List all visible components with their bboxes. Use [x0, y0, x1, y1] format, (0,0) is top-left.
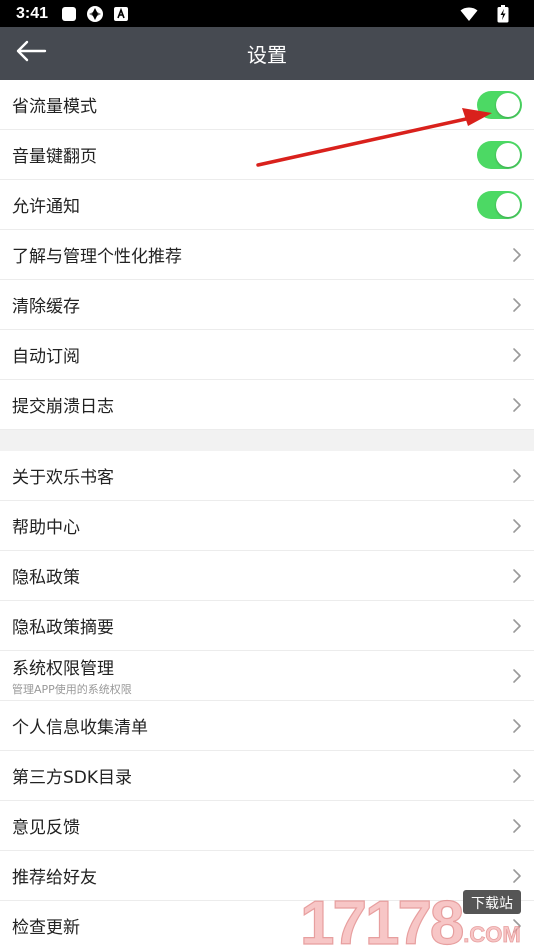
settings-row[interactable]: 允许通知: [0, 180, 534, 230]
settings-row[interactable]: 第三方SDK目录: [0, 751, 534, 801]
settings-row-text: 关于欢乐书客: [12, 463, 114, 488]
svg-text:17178: 17178: [300, 889, 463, 950]
settings-row[interactable]: 关于欢乐书客: [0, 451, 534, 501]
settings-row-label: 帮助中心: [12, 518, 80, 538]
chevron-right-icon: [512, 247, 522, 263]
chevron-right-icon: [512, 618, 522, 634]
settings-row-label: 推荐给好友: [12, 868, 97, 888]
settings-row-text: 帮助中心: [12, 513, 80, 538]
settings-row[interactable]: 意见反馈: [0, 801, 534, 851]
status-time: 3:41: [16, 4, 49, 22]
settings-row[interactable]: 帮助中心: [0, 501, 534, 551]
settings-row-label: 音量键翻页: [12, 147, 97, 167]
settings-row-label: 关于欢乐书客: [12, 468, 114, 488]
title-bar: 设置: [0, 27, 534, 80]
battery-icon: [494, 4, 512, 23]
chevron-right-icon: [512, 347, 522, 363]
square-icon: [60, 5, 78, 23]
settings-row-text: 省流量模式: [12, 92, 97, 117]
svg-text:下载站: 下载站: [471, 896, 513, 912]
settings-row[interactable]: 个人信息收集清单: [0, 701, 534, 751]
settings-row-label: 省流量模式: [12, 97, 97, 117]
settings-row-label: 清除缓存: [12, 297, 80, 317]
aperture-icon: [86, 5, 104, 23]
settings-row-text: 隐私政策: [12, 563, 80, 588]
toggle-knob: [496, 192, 520, 217]
toggle-knob: [496, 142, 520, 167]
settings-row[interactable]: 清除缓存: [0, 280, 534, 330]
settings-row-label: 隐私政策: [12, 568, 80, 588]
settings-row[interactable]: 隐私政策摘要: [0, 601, 534, 651]
svg-text:.COM: .COM: [463, 922, 520, 947]
back-button[interactable]: [14, 38, 48, 68]
settings-row-label: 允许通知: [12, 197, 80, 217]
settings-row-label: 隐私政策摘要: [12, 618, 114, 638]
settings-row-text: 个人信息收集清单: [12, 713, 148, 738]
settings-group-general: 省流量模式音量键翻页允许通知了解与管理个性化推荐 清除缓存自动订阅提交崩溃日志: [0, 80, 534, 430]
settings-row-text: 系统权限管理管理APP使用的系统权限: [12, 654, 132, 697]
arrow-left-icon: [15, 40, 47, 66]
settings-row[interactable]: 自动订阅: [0, 330, 534, 380]
settings-row[interactable]: 了解与管理个性化推荐: [0, 230, 534, 280]
settings-row-text: 意见反馈: [12, 813, 80, 838]
settings-row-label: 提交崩溃日志: [12, 397, 114, 417]
settings-row-label: 了解与管理个性化推荐: [12, 247, 182, 267]
toggle-knob: [496, 92, 520, 117]
settings-row-text: 隐私政策摘要: [12, 613, 114, 638]
settings-row-text: 了解与管理个性化推荐: [12, 242, 182, 267]
toggle-switch[interactable]: [477, 90, 522, 119]
chevron-right-icon: [512, 568, 522, 584]
chevron-right-icon: [512, 518, 522, 534]
settings-row[interactable]: 省流量模式: [0, 80, 534, 130]
chevron-right-icon: [512, 468, 522, 484]
settings-row-text: 提交崩溃日志: [12, 392, 114, 417]
watermark-logo: 17178 下载站 .COM: [298, 888, 528, 950]
settings-row-label: 个人信息收集清单: [12, 718, 148, 738]
settings-row-label: 系统权限管理: [12, 659, 114, 679]
settings-row-text: 第三方SDK目录: [12, 763, 132, 788]
chevron-right-icon: [512, 818, 522, 834]
settings-row[interactable]: 隐私政策: [0, 551, 534, 601]
chevron-right-icon: [512, 668, 522, 684]
chevron-right-icon: [512, 297, 522, 313]
settings-row-text: 自动订阅: [12, 342, 80, 367]
settings-row-text: 允许通知: [12, 192, 80, 217]
chevron-right-icon: [512, 868, 522, 884]
settings-row[interactable]: 提交崩溃日志: [0, 380, 534, 430]
a-icon: [112, 5, 130, 23]
settings-group-about: 关于欢乐书客 帮助中心隐私政策隐私政策摘要 系统权限管理管理APP使用的系统权限个人…: [0, 451, 534, 950]
toggle-switch[interactable]: [477, 190, 522, 219]
settings-row-label: 自动订阅: [12, 347, 80, 367]
settings-row-label: 检查更新: [12, 918, 80, 938]
page-title: 设置: [247, 43, 287, 67]
settings-row[interactable]: 音量键翻页: [0, 130, 534, 180]
settings-row-text: 音量键翻页: [12, 142, 97, 167]
settings-row-label: 意见反馈: [12, 818, 80, 838]
settings-row[interactable]: 系统权限管理管理APP使用的系统权限: [0, 651, 534, 701]
chevron-right-icon: [512, 397, 522, 413]
status-bar: 3:41: [0, 0, 534, 27]
settings-row-sublabel: 管理APP使用的系统权限: [12, 683, 132, 696]
settings-row-text: 推荐给好友: [12, 863, 97, 888]
settings-row-text: 清除缓存: [12, 292, 80, 317]
toggle-switch[interactable]: [477, 140, 522, 169]
settings-row-label: 第三方SDK目录: [12, 768, 133, 788]
chevron-right-icon: [512, 768, 522, 784]
settings-row-text: 检查更新: [12, 913, 80, 938]
chevron-right-icon: [512, 718, 522, 734]
wifi-icon: [460, 5, 478, 23]
